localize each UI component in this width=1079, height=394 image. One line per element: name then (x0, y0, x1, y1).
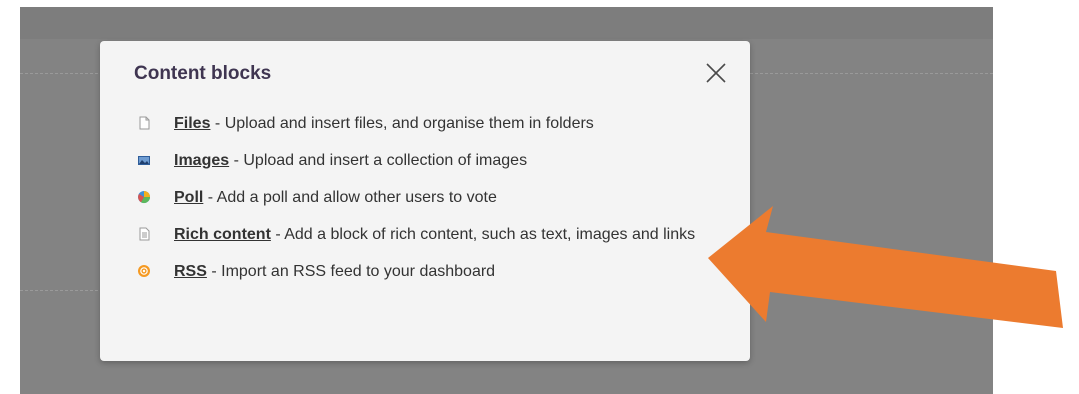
screen: Content blocks Files - Upload and insert… (0, 0, 1079, 394)
annotation-arrow-icon (708, 206, 1063, 328)
